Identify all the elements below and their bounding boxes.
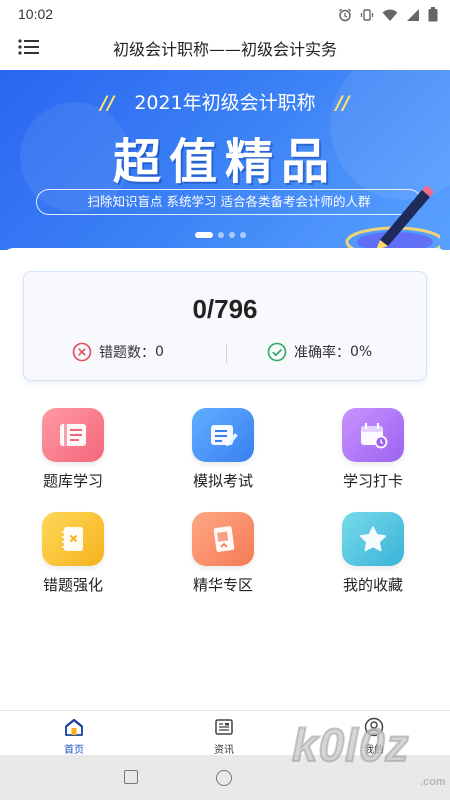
banner-subtitle: 2021年初级会计职称: [134, 92, 316, 114]
banner-dot[interactable]: [195, 232, 213, 238]
signal-icon: [407, 8, 419, 21]
feature-mock-exam[interactable]: 模拟考试: [163, 408, 283, 498]
watermark: k0l0z: [291, 718, 410, 772]
app-header: 初级会计职称——初级会计实务: [0, 30, 450, 66]
banner-dot[interactable]: [240, 232, 246, 238]
nav-news[interactable]: 资讯: [184, 715, 264, 756]
watermark-suffix: .com: [420, 776, 446, 788]
wrong-notebook-icon: [62, 527, 83, 551]
content-sheet: 0/796 错题数： 0 准确率： 0% 题库学习 模拟考试 学习打卡 错题强化…: [0, 248, 450, 710]
feature-icon-bg: [42, 408, 104, 462]
accuracy-stat: 准确率： 0%: [267, 342, 372, 362]
check-icon: [267, 342, 287, 362]
page-title: 初级会计职称——初级会计实务: [112, 40, 337, 59]
battery-icon: [428, 7, 438, 22]
news-icon: [215, 719, 233, 735]
banner-dot[interactable]: [218, 232, 224, 238]
pen-illustration-icon: [345, 185, 440, 250]
wrong-count-stat: 错题数： 0: [72, 342, 164, 362]
question-bank-icon: [60, 424, 86, 446]
feature-label: 错题强化: [42, 576, 103, 594]
feature-icon-bg: [42, 512, 104, 566]
stats-card: 0/796 错题数： 0 准确率： 0%: [23, 271, 427, 381]
home-icon: [65, 718, 83, 736]
feature-featured-zone[interactable]: 精华专区: [163, 512, 283, 602]
nav-home[interactable]: 首页: [34, 715, 114, 756]
mock-exam-icon: [211, 425, 238, 447]
home-system-button[interactable]: [216, 770, 232, 786]
vibrate-icon: [360, 8, 374, 21]
wrong-count-value: 0: [155, 344, 164, 360]
progress-count: 0/796: [192, 294, 258, 324]
banner-subtitle-row: // 2021年初级会计职称 //: [0, 88, 450, 115]
slash-decoration-icon: //: [335, 92, 350, 114]
accuracy-value: 0%: [350, 344, 373, 360]
wifi-icon: [382, 9, 398, 21]
banner-dot[interactable]: [229, 232, 235, 238]
accuracy-label: 准确率：: [294, 345, 350, 361]
alarm-icon: [339, 8, 351, 21]
feature-label: 我的收藏: [342, 576, 403, 594]
feature-favorites[interactable]: 我的收藏: [313, 512, 433, 602]
feature-icon-bg: [192, 408, 254, 462]
star-icon: [359, 526, 387, 552]
status-icons: [338, 7, 438, 22]
feature-label: 学习打卡: [342, 472, 403, 490]
feature-label: 题库学习: [42, 472, 103, 490]
slash-decoration-icon: //: [100, 92, 115, 114]
feature-icon-bg: [342, 408, 404, 462]
status-time: 10:02: [18, 6, 54, 22]
featured-card-icon: [213, 526, 235, 552]
calendar-checkin-icon: [361, 423, 388, 449]
status-bar: 10:02: [0, 0, 450, 30]
feature-checkin[interactable]: 学习打卡: [313, 408, 433, 498]
banner-pagination: [195, 232, 246, 238]
wrong-count-label: 错题数：: [99, 345, 155, 361]
nav-label: 资讯: [214, 745, 234, 756]
nav-label: 首页: [64, 745, 84, 756]
feature-icon-bg: [342, 512, 404, 566]
feature-icon-bg: [192, 512, 254, 566]
feature-question-bank[interactable]: 题库学习: [13, 408, 133, 498]
feature-wrong-questions[interactable]: 错题强化: [13, 512, 133, 602]
recent-apps-button[interactable]: [124, 770, 138, 784]
promo-banner[interactable]: // 2021年初级会计职称 // 超值精品 扫除知识盲点 系统学习 适合各类备…: [0, 70, 450, 250]
wrong-icon: [72, 342, 92, 362]
feature-label: 模拟考试: [192, 472, 253, 490]
feature-label: 精华专区: [192, 576, 253, 594]
stats-divider: [226, 343, 227, 363]
